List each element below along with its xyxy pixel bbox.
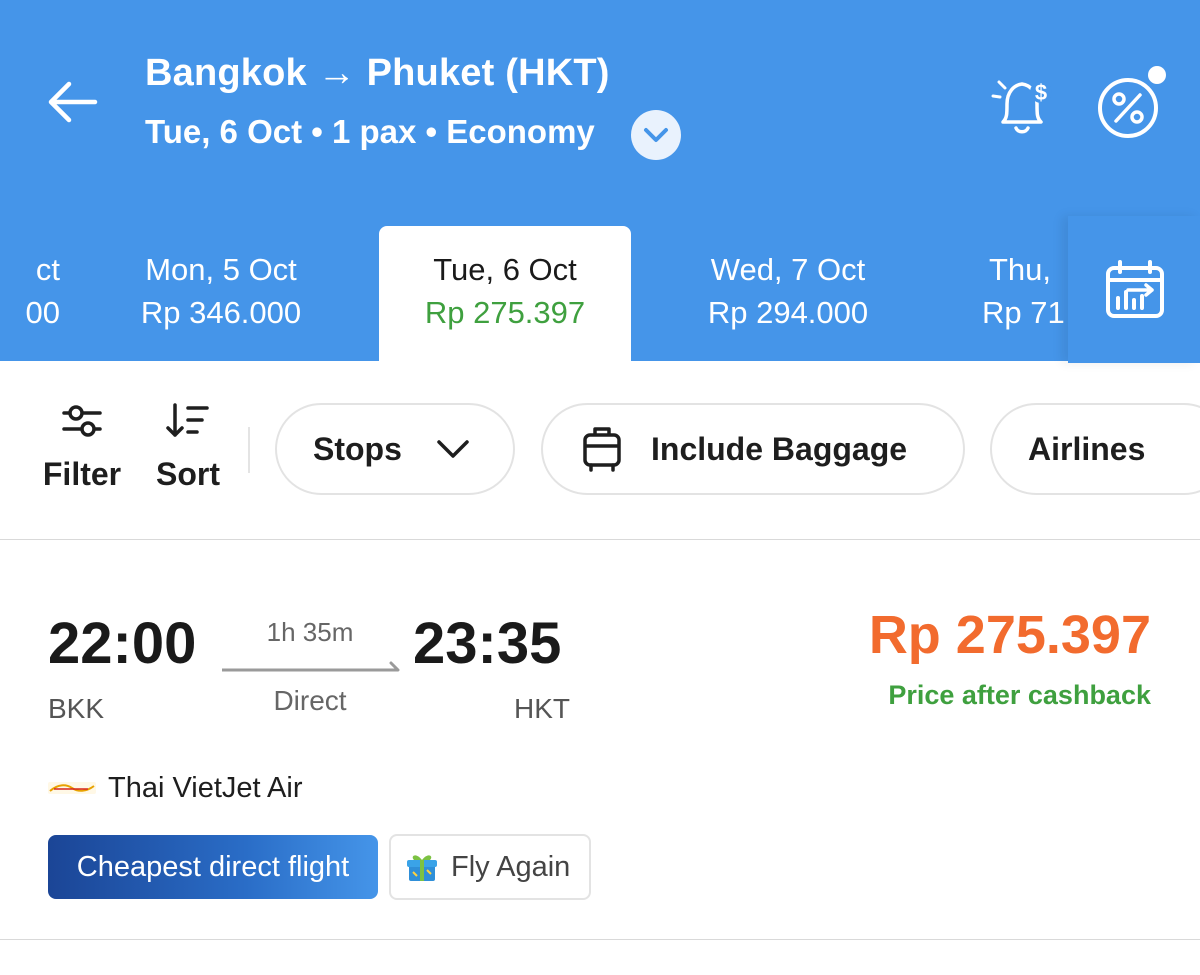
divider	[248, 427, 250, 473]
calendar-button[interactable]	[1068, 216, 1200, 363]
sort-label: Sort	[156, 456, 220, 492]
airlines-chip-label: Airlines	[1028, 430, 1146, 467]
sort-icon	[166, 403, 209, 437]
baggage-icon	[583, 427, 621, 472]
back-arrow-icon	[48, 81, 98, 123]
header-bar: Bangkok → Phuket (HKT) Tue, 6 Oct • 1 pa…	[0, 0, 1200, 363]
price-after-cashback-note: Price after cashback	[888, 680, 1151, 710]
trip-summary[interactable]: Tue, 6 Oct • 1 pax • Economy	[145, 113, 595, 151]
calendar-chart-icon	[1106, 259, 1164, 318]
flight-duration: 1h 35m	[266, 617, 354, 647]
departure-time: 22:00	[48, 611, 197, 676]
date-label: Mon, 5 Oct	[145, 252, 297, 287]
include-baggage-chip[interactable]: Include Baggage	[541, 403, 965, 495]
filter-bar: Filter Sort Stops Include Baggage Airlin…	[0, 361, 1200, 540]
expand-search-button[interactable]	[631, 110, 681, 160]
flight-price: Rp 275.397	[868, 605, 1151, 665]
filter-sliders-icon	[62, 405, 102, 437]
date-tab-partial-left[interactable]: ct 00	[0, 250, 60, 336]
date-price: Rp 294.000	[707, 295, 869, 330]
route-line	[222, 661, 400, 672]
promo-button[interactable]	[1090, 62, 1174, 146]
svg-text:$: $	[1035, 80, 1047, 105]
sort-button[interactable]: Sort	[148, 401, 228, 493]
stops-label: Direct	[273, 685, 347, 716]
arrival-time: 23:35	[413, 611, 562, 676]
baggage-chip-label: Include Baggage	[651, 430, 908, 467]
filter-label: Filter	[42, 456, 122, 492]
date-price: Rp 275.397	[424, 295, 586, 330]
route-title[interactable]: Bangkok → Phuket (HKT)	[145, 52, 610, 95]
stops-filter-chip[interactable]: Stops	[275, 403, 515, 495]
chevron-down-icon	[644, 128, 668, 142]
arrival-airport-code: HKT	[514, 693, 570, 724]
price-alert-button[interactable]: $	[985, 66, 1063, 144]
date-label: Wed, 7 Oct	[710, 252, 866, 287]
promo-percent-icon	[1098, 66, 1166, 138]
airline-name: Thai VietJet Air	[108, 772, 303, 804]
fly-again-label: Fly Again	[451, 850, 571, 883]
filter-button[interactable]: Filter	[36, 401, 128, 493]
date-tab-mon-5-oct[interactable]: Mon, 5 Oct Rp 346.000	[101, 250, 341, 336]
chevron-down-icon	[437, 440, 469, 458]
price-alert-bell-icon: $	[991, 80, 1052, 134]
date-label: ct	[35, 252, 60, 287]
date-price: Rp 346.000	[140, 295, 302, 330]
airlines-filter-chip[interactable]: Airlines	[990, 403, 1200, 495]
date-tab-tue-6-oct-selected[interactable]: Tue, 6 Oct Rp 275.397	[379, 226, 631, 363]
fly-again-badge: Fly Again	[389, 834, 591, 900]
stops-chip-label: Stops	[313, 430, 402, 467]
flight-result-card[interactable]: 22:00 1h 35m Direct 23:35 BKK HKT Rp 275…	[0, 540, 1200, 940]
airline-logo	[48, 782, 96, 794]
date-price: 00	[25, 295, 60, 330]
notification-dot	[1148, 66, 1166, 84]
back-button[interactable]	[40, 70, 104, 134]
cheapest-direct-flight-badge: Cheapest direct flight	[48, 835, 378, 899]
date-tab-wed-7-oct[interactable]: Wed, 7 Oct Rp 294.000	[668, 250, 908, 336]
departure-airport-code: BKK	[48, 693, 105, 724]
gift-icon	[407, 855, 437, 881]
date-label: Tue, 6 Oct	[433, 252, 577, 287]
